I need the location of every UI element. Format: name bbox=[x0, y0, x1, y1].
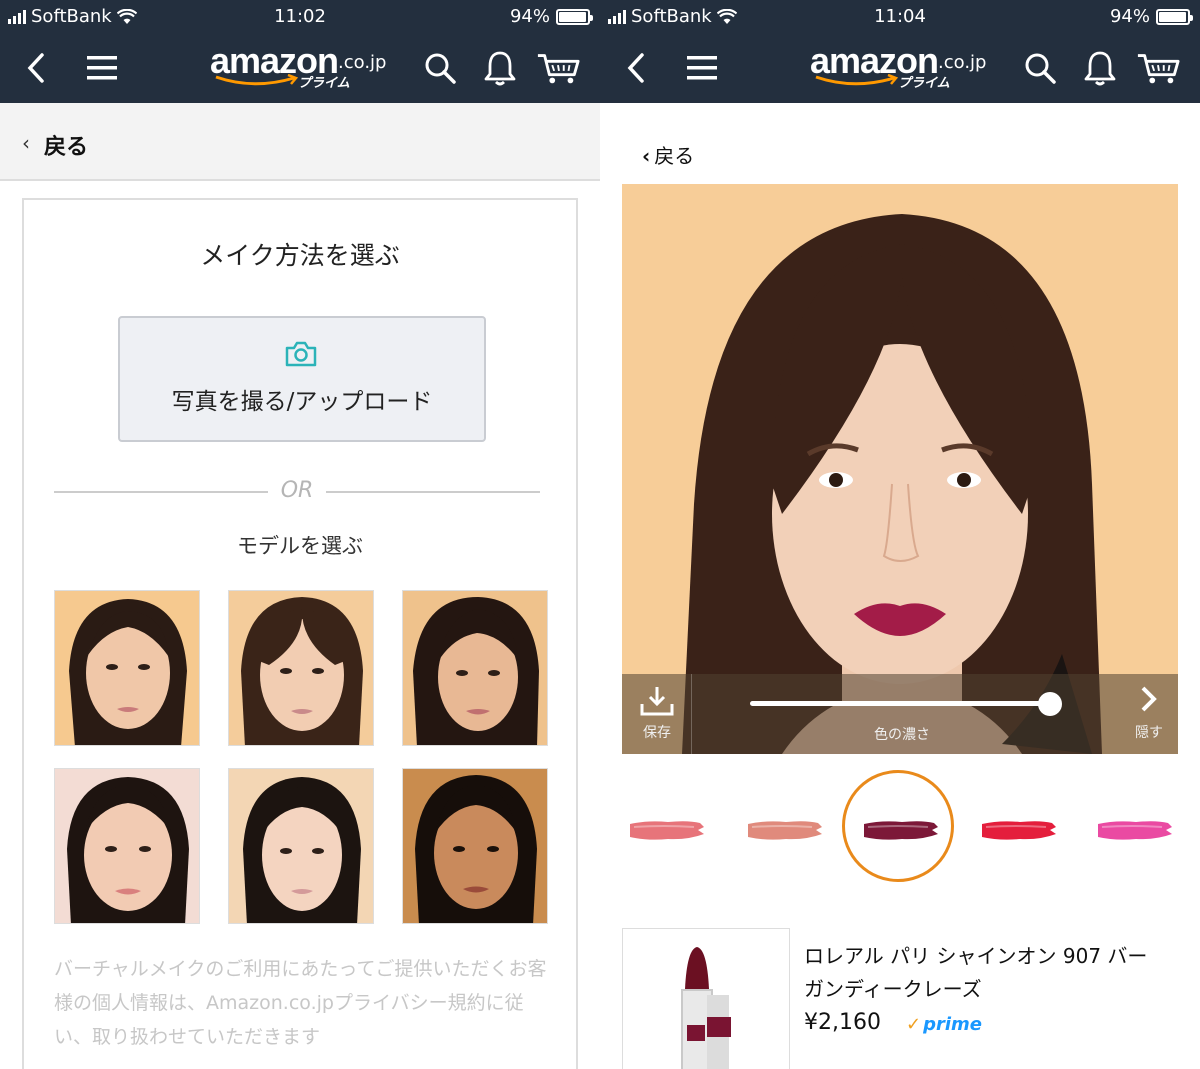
nav-bar: amazon .co.jp プライム bbox=[600, 34, 1200, 103]
back-link[interactable]: ‹ 戻る bbox=[642, 140, 694, 169]
makeup-method-card: メイク方法を選ぶ 写真を撮る/アップロード OR モデルを選ぶ バーチャルメイク… bbox=[22, 198, 578, 1069]
product-card[interactable]: ロレアル パリ シャインオン 907 バーガンディークレーズ ¥2,160 ✓ p… bbox=[622, 928, 1178, 1069]
model-face-image bbox=[682, 214, 1102, 754]
back-label: 戻る bbox=[44, 135, 89, 160]
model-thumbnail[interactable] bbox=[54, 768, 200, 924]
battery: 94% bbox=[1109, 6, 1193, 27]
lipstick-swatch[interactable] bbox=[746, 818, 824, 844]
intensity-label: 色の濃さ bbox=[874, 727, 930, 743]
check-icon: ✓ bbox=[906, 1014, 922, 1035]
intensity-slider-track[interactable] bbox=[750, 701, 1050, 706]
top-bar: SoftBank 11:02 94% amazon .co.jp プライム bbox=[0, 0, 600, 103]
battery: 94% bbox=[509, 6, 593, 27]
lipstick-swatch[interactable] bbox=[628, 818, 706, 844]
search-icon[interactable] bbox=[1018, 46, 1062, 90]
back-icon[interactable] bbox=[14, 46, 58, 90]
amazon-logo[interactable]: amazon .co.jp プライム bbox=[810, 40, 1000, 96]
model-thumbnail[interactable] bbox=[228, 590, 374, 746]
upload-photo-button[interactable]: 写真を撮る/アップロード bbox=[118, 316, 486, 442]
cart-icon[interactable] bbox=[536, 46, 580, 90]
save-button[interactable]: 保存 bbox=[622, 674, 692, 754]
model-thumbnail[interactable] bbox=[402, 768, 548, 924]
intensity-slider-handle[interactable] bbox=[1038, 692, 1062, 716]
chevron-left-icon: ‹ bbox=[642, 144, 651, 168]
bell-icon[interactable] bbox=[478, 46, 522, 90]
intensity-control-bar: 保存 色の濃さ 隠す bbox=[622, 674, 1178, 754]
save-label: 保存 bbox=[643, 725, 671, 741]
hide-label: 隠す bbox=[1135, 725, 1163, 741]
chevron-right-icon bbox=[1141, 686, 1157, 712]
page-title: メイク方法を選ぶ bbox=[200, 241, 400, 270]
battery-icon bbox=[556, 8, 593, 25]
model-thumbnail[interactable] bbox=[402, 590, 548, 746]
amazon-logo[interactable]: amazon .co.jp プライム bbox=[210, 40, 400, 96]
left-screen: SoftBank 11:02 94% amazon .co.jp プライム ‹ … bbox=[0, 0, 600, 1069]
back-icon[interactable] bbox=[614, 46, 658, 90]
hide-button[interactable]: 隠す bbox=[1124, 674, 1174, 754]
model-thumbnail[interactable] bbox=[54, 590, 200, 746]
right-screen: SoftBank 11:04 94% amazon .co.jp プライム ‹ … bbox=[600, 0, 1200, 1069]
makeup-preview: 保存 色の濃さ 隠す bbox=[622, 184, 1178, 754]
download-icon bbox=[640, 687, 674, 716]
status-bar: SoftBank 11:02 94% bbox=[0, 0, 600, 34]
product-price: ¥2,160 bbox=[804, 1010, 881, 1035]
battery-icon bbox=[1156, 8, 1193, 25]
model-heading: モデルを選ぶ bbox=[237, 534, 363, 558]
back-label: 戻る bbox=[654, 144, 695, 168]
model-thumbnail[interactable] bbox=[228, 768, 374, 924]
back-link[interactable]: ‹ 戻る bbox=[0, 103, 600, 181]
or-divider: OR bbox=[54, 478, 540, 506]
camera-icon bbox=[285, 341, 317, 367]
menu-icon[interactable] bbox=[680, 46, 724, 90]
battery-percent: 94% bbox=[509, 6, 550, 27]
privacy-disclaimer: バーチャルメイクのご利用にあたってご提供いただくお客様の個人情報は、Amazon… bbox=[54, 958, 547, 1048]
product-title[interactable]: ロレアル パリ シャインオン 907 バーガンディークレーズ bbox=[804, 940, 1160, 1006]
battery-percent: 94% bbox=[1109, 6, 1150, 27]
upload-label: 写真を撮る/アップロード bbox=[171, 389, 433, 415]
nav-bar: amazon .co.jp プライム bbox=[0, 34, 600, 103]
cart-icon[interactable] bbox=[1136, 46, 1180, 90]
bell-icon[interactable] bbox=[1078, 46, 1122, 90]
chevron-left-icon: ‹ bbox=[22, 131, 30, 155]
or-label: OR bbox=[280, 478, 314, 503]
search-icon[interactable] bbox=[418, 46, 462, 90]
lipstick-swatch[interactable] bbox=[1096, 818, 1174, 844]
lipstick-swatch[interactable] bbox=[980, 818, 1058, 844]
product-image[interactable] bbox=[622, 928, 790, 1069]
status-bar: SoftBank 11:04 94% bbox=[600, 0, 1200, 34]
prime-badge: ✓ prime bbox=[906, 1014, 982, 1035]
top-bar: SoftBank 11:04 94% amazon .co.jp プライム bbox=[600, 0, 1200, 103]
lipstick-swatch[interactable] bbox=[862, 818, 940, 844]
menu-icon[interactable] bbox=[80, 46, 124, 90]
